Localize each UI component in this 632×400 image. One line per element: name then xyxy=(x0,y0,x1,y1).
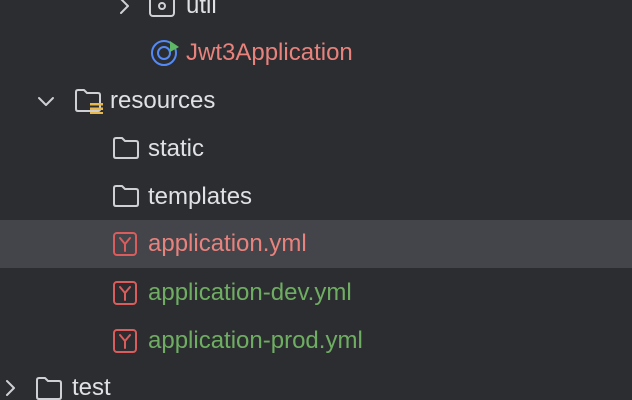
tree-item-label: util xyxy=(186,0,217,19)
project-tree: util Jwt3Application resources static te… xyxy=(0,0,632,400)
yaml-file-icon xyxy=(113,232,139,256)
tree-item-label: application-prod.yml xyxy=(148,327,363,354)
tree-item-application-yml[interactable]: application.yml xyxy=(0,220,632,268)
tree-item-label: test xyxy=(72,374,111,400)
tree-item-application-dev-yml[interactable]: application-dev.yml xyxy=(0,269,632,317)
yaml-file-icon xyxy=(113,329,139,353)
tree-item-label: application.yml xyxy=(148,230,307,257)
tree-item-label: templates xyxy=(148,183,253,210)
tree-item-jwt3application[interactable]: Jwt3Application xyxy=(0,29,632,77)
package-icon xyxy=(148,0,176,18)
folder-icon xyxy=(112,136,140,160)
chevron-down-icon[interactable] xyxy=(34,89,58,113)
tree-item-templates[interactable]: templates xyxy=(0,173,632,221)
tree-item-resources[interactable]: resources xyxy=(0,77,632,125)
tree-item-test[interactable]: test xyxy=(0,364,632,400)
yaml-file-icon xyxy=(113,281,139,305)
spring-boot-app-icon xyxy=(150,39,180,67)
tree-item-application-prod-yml[interactable]: application-prod.yml xyxy=(0,317,632,365)
tree-item-label: resources xyxy=(110,87,216,114)
tree-item-util[interactable]: util xyxy=(0,0,632,30)
tree-item-label: Jwt3Application xyxy=(186,39,353,66)
chevron-right-icon[interactable] xyxy=(112,0,136,18)
tree-item-label: static xyxy=(148,135,205,162)
folder-icon xyxy=(35,376,67,400)
resources-folder-icon xyxy=(74,88,106,114)
chevron-right-icon[interactable] xyxy=(0,376,22,400)
tree-item-static[interactable]: static xyxy=(0,125,632,173)
tree-item-label: application-dev.yml xyxy=(148,279,352,306)
folder-icon xyxy=(112,184,140,208)
